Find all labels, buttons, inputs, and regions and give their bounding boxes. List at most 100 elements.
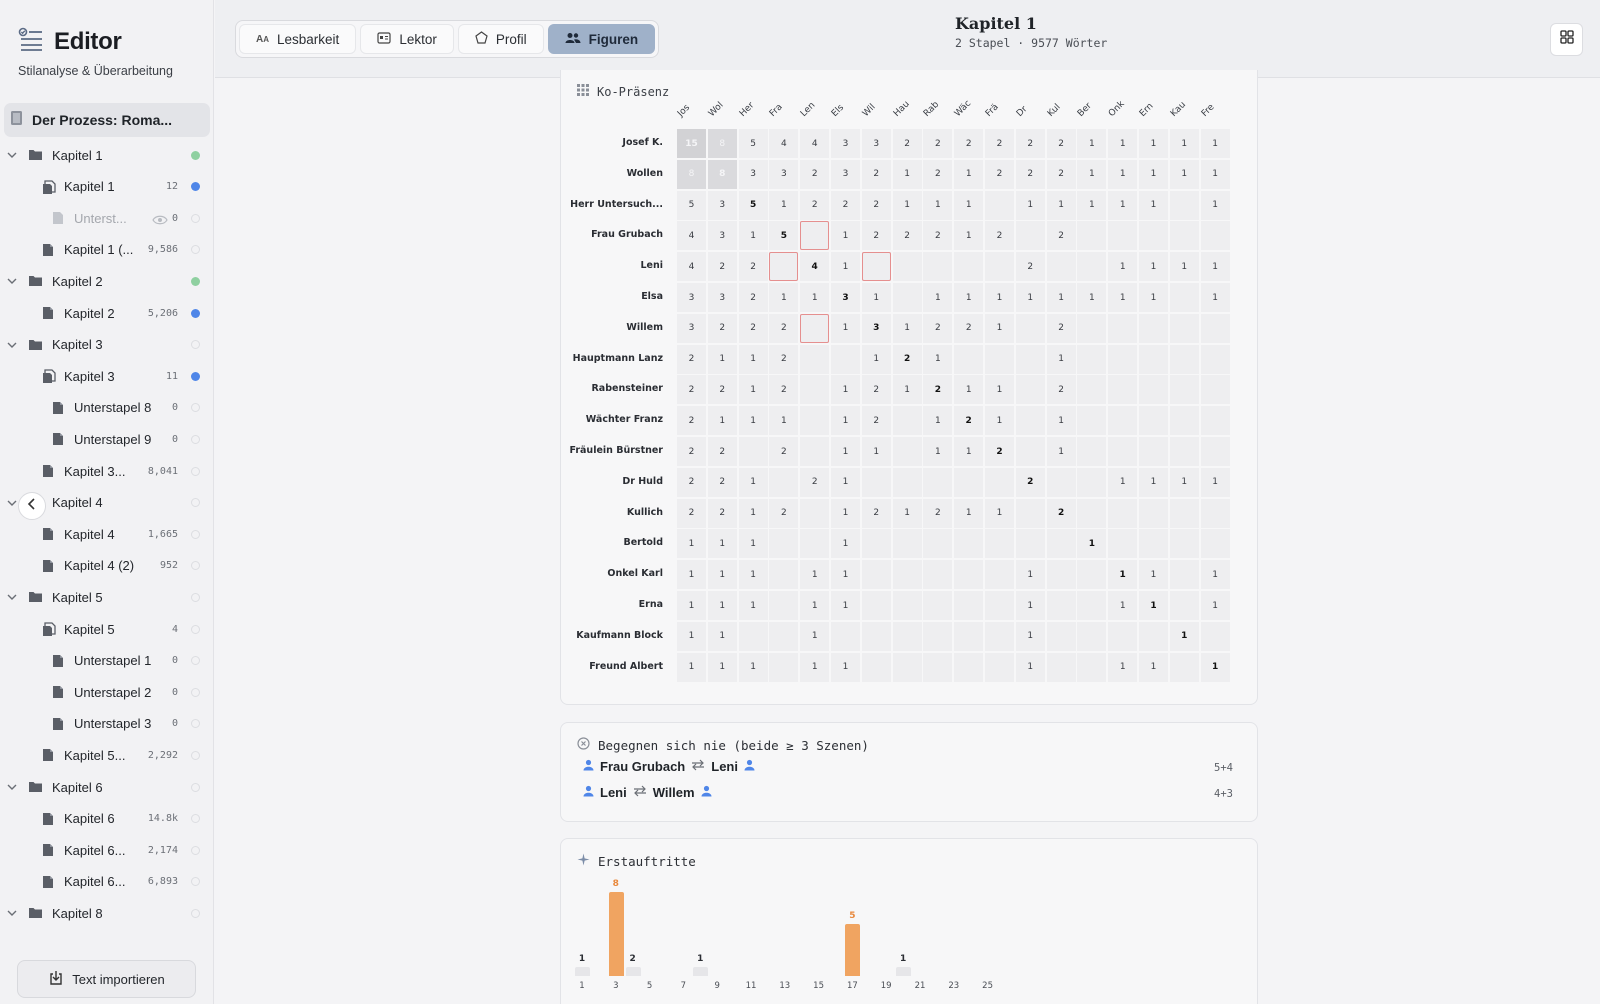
heatmap-cell[interactable]: 1: [831, 375, 860, 405]
heatmap-cell[interactable]: [985, 652, 1014, 682]
heatmap-cell[interactable]: [892, 437, 922, 466]
heatmap-cell[interactable]: 1: [831, 252, 860, 282]
heatmap-cell[interactable]: [1046, 252, 1076, 282]
heatmap-cell[interactable]: [1108, 313, 1138, 343]
heatmap-cell[interactable]: 1: [800, 652, 830, 682]
heatmap-cell[interactable]: 1: [923, 190, 953, 220]
chevron-down-icon[interactable]: [6, 275, 18, 287]
heatmap-cell[interactable]: 2: [677, 467, 706, 497]
heatmap-cell[interactable]: 1: [738, 498, 768, 528]
heatmap-cell[interactable]: 1: [1139, 591, 1168, 620]
heatmap-cell[interactable]: [954, 529, 984, 559]
heatmap-cell[interactable]: [1077, 498, 1107, 528]
heatmap-cell[interactable]: [831, 344, 860, 374]
heatmap-cell[interactable]: 15: [677, 129, 706, 158]
heatmap-cell[interactable]: [985, 467, 1014, 497]
heatmap-cell[interactable]: 2: [738, 283, 768, 312]
heatmap-cell[interactable]: 3: [861, 129, 891, 158]
heatmap-cell[interactable]: 1: [1108, 129, 1138, 158]
heatmap-cell[interactable]: [1046, 621, 1076, 651]
heatmap-cell[interactable]: 1: [1139, 252, 1168, 282]
heatmap-cell[interactable]: 1: [1200, 129, 1230, 158]
heatmap-cell[interactable]: 2: [1046, 129, 1076, 158]
heatmap-cell[interactable]: 1: [831, 313, 860, 343]
heatmap-cell[interactable]: 1: [831, 437, 860, 466]
heatmap-cell[interactable]: 1: [1200, 283, 1230, 312]
heatmap-missing-pair-cell[interactable]: [800, 221, 830, 251]
heatmap-cell[interactable]: [1169, 498, 1199, 528]
tree-item[interactable]: Kapitel 3... 8,041: [0, 457, 210, 485]
heatmap-cell[interactable]: 2: [892, 344, 922, 374]
heatmap-cell[interactable]: [1200, 375, 1230, 405]
heatmap-cell[interactable]: 1: [831, 652, 860, 682]
heatmap-cell[interactable]: [892, 591, 922, 620]
heatmap-cell[interactable]: 3: [707, 190, 737, 220]
bar[interactable]: [625, 967, 641, 976]
heatmap-cell[interactable]: [1108, 375, 1138, 405]
heatmap-cell[interactable]: 1: [707, 406, 737, 436]
heatmap-cell[interactable]: 2: [861, 498, 891, 528]
heatmap-cell[interactable]: 2: [954, 406, 984, 436]
heatmap-cell[interactable]: [954, 344, 984, 374]
heatmap-cell[interactable]: 1: [1169, 467, 1199, 497]
heatmap-cell[interactable]: 1: [738, 467, 768, 497]
heatmap-cell[interactable]: 1: [1077, 529, 1107, 559]
tab-figuren[interactable]: Figuren: [547, 24, 656, 54]
chevron-down-icon[interactable]: [6, 149, 18, 161]
heatmap-cell[interactable]: 4: [677, 221, 706, 251]
heatmap-cell[interactable]: [1077, 591, 1107, 620]
heatmap-cell[interactable]: 1: [831, 591, 860, 620]
heatmap-cell[interactable]: 1: [738, 406, 768, 436]
heatmap-cell[interactable]: 3: [831, 159, 860, 189]
heatmap-cell[interactable]: 1: [738, 344, 768, 374]
heatmap-cell[interactable]: [800, 529, 830, 559]
tab-lektor[interactable]: Lektor: [360, 24, 454, 54]
heatmap-cell[interactable]: 1: [985, 313, 1014, 343]
heatmap-cell[interactable]: [769, 560, 799, 590]
heatmap-cell[interactable]: 1: [1139, 652, 1168, 682]
tree-item[interactable]: Unterstapel 9 0: [0, 425, 210, 453]
heatmap-cell[interactable]: [831, 621, 860, 651]
heatmap-cell[interactable]: [1200, 437, 1230, 466]
heatmap-cell[interactable]: 5: [677, 190, 706, 220]
heatmap-cell[interactable]: 2: [707, 437, 737, 466]
project-item[interactable]: Der Prozess: Roma...: [4, 103, 210, 137]
heatmap-cell[interactable]: 1: [1200, 467, 1230, 497]
tree-item[interactable]: Kapitel 5... 2,292: [0, 741, 210, 769]
heatmap-cell[interactable]: [1139, 406, 1168, 436]
heatmap-cell[interactable]: 2: [800, 159, 830, 189]
heatmap-cell[interactable]: 2: [677, 375, 706, 405]
heatmap-cell[interactable]: 1: [800, 560, 830, 590]
heatmap-cell[interactable]: 1: [985, 283, 1014, 312]
heatmap-cell[interactable]: [1169, 652, 1199, 682]
heatmap-cell[interactable]: 3: [738, 159, 768, 189]
heatmap-cell[interactable]: [1015, 498, 1045, 528]
bar[interactable]: [896, 967, 912, 976]
heatmap-cell[interactable]: 1: [1108, 560, 1138, 590]
heatmap-cell[interactable]: 2: [1015, 252, 1045, 282]
heatmap-cell[interactable]: 8: [707, 159, 737, 189]
heatmap-cell[interactable]: 2: [1015, 129, 1045, 158]
heatmap-cell[interactable]: 1: [738, 652, 768, 682]
heatmap-cell[interactable]: [1108, 437, 1138, 466]
heatmap-cell[interactable]: [1108, 498, 1138, 528]
heatmap-cell[interactable]: 1: [677, 560, 706, 590]
heatmap-cell[interactable]: [1077, 621, 1107, 651]
heatmap-cell[interactable]: 1: [954, 159, 984, 189]
heatmap-cell[interactable]: [769, 652, 799, 682]
heatmap-cell[interactable]: 2: [923, 159, 953, 189]
heatmap-cell[interactable]: 1: [738, 221, 768, 251]
heatmap-cell[interactable]: [892, 252, 922, 282]
heatmap-cell[interactable]: 1: [1200, 159, 1230, 189]
heatmap-cell[interactable]: 1: [1077, 159, 1107, 189]
tree-item[interactable]: Kapitel 3 11: [0, 362, 210, 390]
heatmap-cell[interactable]: 3: [677, 283, 706, 312]
heatmap-cell[interactable]: 2: [861, 406, 891, 436]
never-meet-pair[interactable]: Leni Willem: [583, 785, 712, 800]
heatmap-cell[interactable]: 2: [985, 437, 1014, 466]
heatmap-cell[interactable]: 1: [1200, 560, 1230, 590]
heatmap-cell[interactable]: 2: [769, 344, 799, 374]
heatmap-cell[interactable]: 2: [831, 190, 860, 220]
heatmap-cell[interactable]: [861, 529, 891, 559]
heatmap-cell[interactable]: 1: [1015, 652, 1045, 682]
